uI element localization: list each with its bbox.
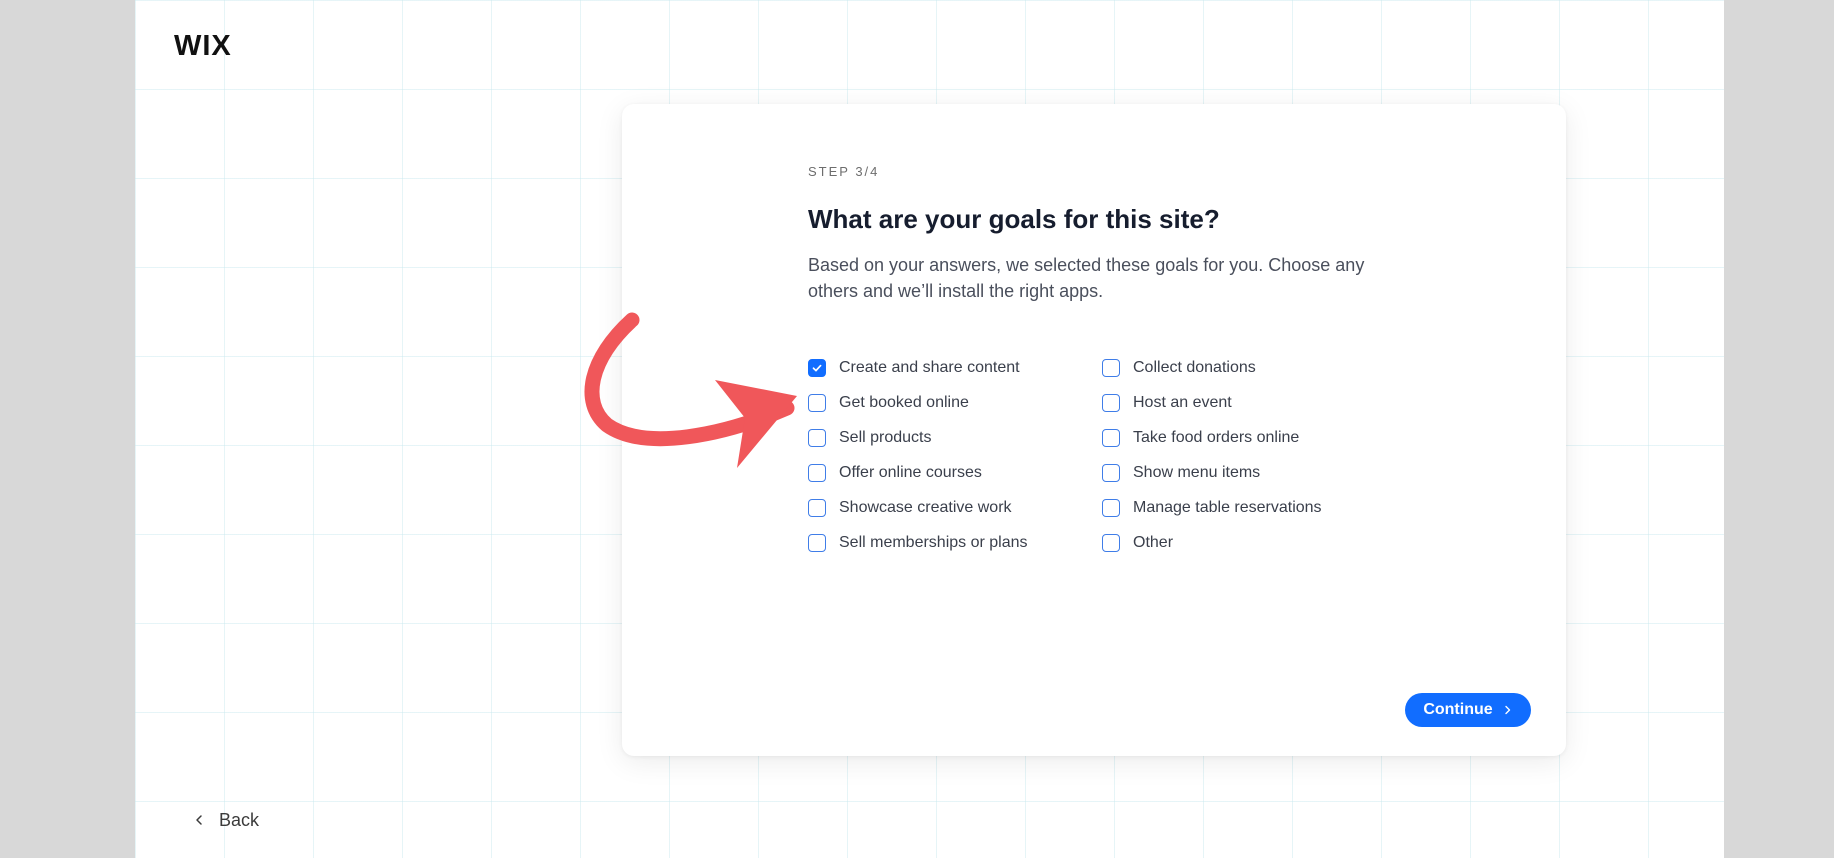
page-subtitle: Based on your answers, we selected these…: [808, 255, 1365, 301]
goal-host-an-event[interactable]: Host an event: [1102, 385, 1322, 420]
goal-label: Other: [1133, 533, 1174, 551]
checkbox[interactable]: [808, 533, 826, 552]
checkbox[interactable]: [808, 393, 826, 412]
goal-label: Host an event: [1133, 393, 1232, 411]
goal-label: Sell memberships or plans: [839, 533, 1028, 551]
checkbox[interactable]: [808, 498, 826, 517]
checkbox[interactable]: [1102, 463, 1120, 482]
goal-label: Manage table reservations: [1133, 498, 1322, 516]
checkbox[interactable]: [1102, 498, 1120, 517]
back-link[interactable]: Back: [193, 808, 259, 832]
goal-label: Get booked online: [839, 393, 969, 411]
goal-get-booked-online[interactable]: Get booked online: [808, 385, 1028, 420]
goal-manage-table-reservations[interactable]: Manage table reservations: [1102, 490, 1322, 525]
goal-take-food-orders-online[interactable]: Take food orders online: [1102, 420, 1322, 455]
checkbox[interactable]: [1102, 428, 1120, 447]
checkbox[interactable]: [808, 358, 826, 377]
goal-showcase-creative-work[interactable]: Showcase creative work: [808, 490, 1028, 525]
checkbox[interactable]: [808, 463, 826, 482]
goal-label: Offer online courses: [839, 463, 982, 481]
goals-column-left: Create and share content Get booked onli…: [808, 350, 1028, 560]
chevron-right-icon: [1504, 705, 1510, 715]
page-frame: WIX STEP 3/4 What are your goals for thi…: [135, 0, 1724, 858]
goal-sell-memberships-or-plans[interactable]: Sell memberships or plans: [808, 525, 1028, 560]
goal-other[interactable]: Other: [1102, 525, 1322, 560]
goal-label: Sell products: [839, 428, 932, 446]
goal-label: Create and share content: [839, 358, 1020, 376]
chevron-left-icon: [196, 815, 202, 825]
back-label: Back: [219, 809, 260, 830]
goal-offer-online-courses[interactable]: Offer online courses: [808, 455, 1028, 490]
continue-label: Continue: [1423, 701, 1493, 718]
checkbox[interactable]: [1102, 358, 1120, 377]
page-title: What are your goals for this site?: [808, 204, 1220, 234]
checkmark-icon: [812, 364, 822, 371]
checkbox[interactable]: [808, 428, 826, 447]
goal-label: Collect donations: [1133, 358, 1256, 376]
checkbox[interactable]: [1102, 533, 1120, 552]
continue-button[interactable]: Continue: [1405, 693, 1531, 727]
wix-logo: WIX: [174, 30, 232, 62]
goal-create-and-share-content[interactable]: Create and share content: [808, 350, 1028, 385]
goal-label: Showcase creative work: [839, 498, 1012, 516]
goal-collect-donations[interactable]: Collect donations: [1102, 350, 1322, 385]
annotation-arrow-icon: [584, 312, 797, 468]
checkbox[interactable]: [1102, 393, 1120, 412]
goal-label: Take food orders online: [1133, 428, 1300, 446]
goals-column-right: Collect donations Host an event Take foo…: [1102, 350, 1322, 560]
goal-show-menu-items[interactable]: Show menu items: [1102, 455, 1322, 490]
goal-label: Show menu items: [1133, 463, 1261, 481]
goal-sell-products[interactable]: Sell products: [808, 420, 1028, 455]
step-indicator: STEP 3/4: [808, 164, 880, 179]
